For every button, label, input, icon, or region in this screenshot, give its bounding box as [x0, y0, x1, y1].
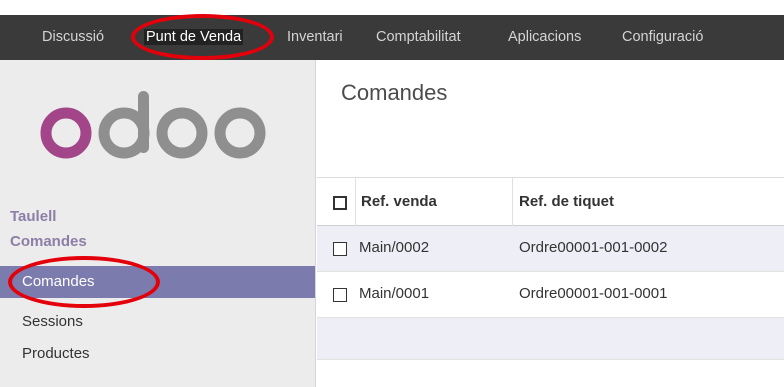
cell-ref-tiquet: Ordre00001-001-0002	[519, 239, 668, 256]
menu-comptabilitat[interactable]: Comptabilitat	[376, 29, 461, 45]
cell-ref-venda: Main/0001	[359, 285, 430, 302]
main-content: Comandes Ref. venda Ref. de tiquet Main/…	[317, 60, 784, 387]
select-all-checkbox[interactable]	[333, 196, 347, 210]
table-row[interactable]: Main/0001 Ordre00001-001-0001	[317, 272, 784, 318]
sidebar-section-subtitle: Comandes	[10, 233, 87, 250]
logo-letter-o2	[156, 107, 208, 159]
odoo-logo	[40, 91, 266, 159]
sidebar-item-comandes[interactable]: Comandes	[0, 266, 315, 298]
cell-ref-venda: Main/0002	[359, 239, 430, 256]
orders-table: Ref. venda Ref. de tiquet Main/0002 Ordr…	[317, 178, 784, 360]
table-empty-row	[317, 318, 784, 360]
row-checkbox[interactable]	[333, 242, 347, 256]
sidebar-item-label: Productes	[22, 345, 90, 362]
sidebar-item-label: Sessions	[22, 313, 83, 330]
page-header: Comandes	[317, 60, 784, 178]
sidebar: Taulell Comandes Comandes Sessions Produ…	[0, 60, 316, 387]
menu-inventari[interactable]: Inventari	[287, 29, 343, 45]
column-header-ref-venda[interactable]: Ref. venda	[361, 193, 437, 210]
logo-letter-o3	[214, 107, 266, 159]
sidebar-item-sessions[interactable]: Sessions	[0, 306, 315, 338]
logo-letter-d-stem	[138, 91, 149, 153]
table-header: Ref. venda Ref. de tiquet	[317, 178, 784, 226]
menu-punt-de-venda[interactable]: Punt de Venda	[144, 29, 244, 45]
column-header-ref-tiquet[interactable]: Ref. de tiquet	[519, 193, 614, 210]
menu-aplicacions[interactable]: Aplicacions	[508, 29, 581, 45]
column-separator	[355, 178, 356, 226]
row-checkbox[interactable]	[333, 288, 347, 302]
cell-ref-tiquet: Ordre00001-001-0001	[519, 285, 668, 302]
table-row[interactable]: Main/0002 Ordre00001-001-0002	[317, 226, 784, 272]
page-title: Comandes	[341, 80, 448, 105]
menu-discussio[interactable]: Discussió	[42, 29, 104, 45]
column-separator	[512, 178, 513, 226]
menu-configuracio[interactable]: Configuració	[622, 29, 703, 45]
logo-letter-o1	[40, 107, 92, 159]
sidebar-item-productes[interactable]: Productes	[0, 338, 315, 370]
sidebar-section-title: Taulell	[10, 208, 57, 225]
sidebar-item-label: Comandes	[22, 273, 95, 290]
